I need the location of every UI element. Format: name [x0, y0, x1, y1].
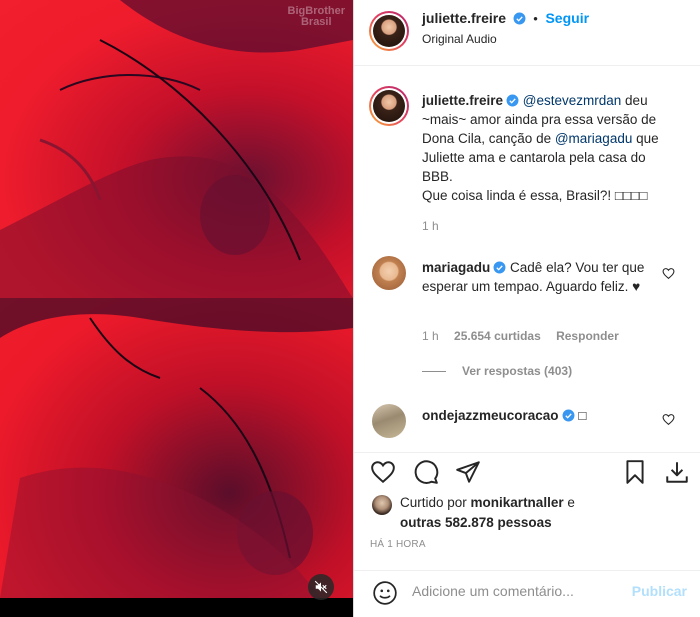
- mute-button[interactable]: [308, 574, 334, 600]
- speaker-muted-icon: [314, 580, 328, 594]
- caption-username[interactable]: juliette.freire: [422, 93, 503, 108]
- mention-estevezmrdan[interactable]: @estevezmrdan: [523, 93, 622, 108]
- header-username-row: juliette.freire • Seguir: [422, 10, 589, 26]
- comment-body: □: [578, 408, 587, 423]
- publish-button[interactable]: Publicar: [632, 583, 687, 599]
- post-actions: Curtido por monikartnaller e outras 582.…: [354, 452, 700, 572]
- comment-bubble-icon[interactable]: [413, 459, 439, 485]
- comment-username[interactable]: ondejazzmeucoracao: [422, 408, 559, 423]
- likes-summary: Curtido por monikartnaller e outras 582.…: [400, 493, 575, 533]
- comment-time[interactable]: 1 h: [422, 329, 439, 343]
- comment-username[interactable]: mariagadu: [422, 260, 490, 275]
- post-header: juliette.freire • Seguir Original Audio: [354, 0, 700, 66]
- author-avatar[interactable]: [369, 11, 409, 51]
- face-illustration-bottom: [0, 298, 353, 598]
- audio-label[interactable]: Original Audio: [422, 32, 497, 46]
- comment-input[interactable]: Adicione um comentário...: [412, 583, 574, 599]
- download-icon[interactable]: [664, 459, 690, 485]
- video-frame-top: BigBrother Brasil: [0, 0, 353, 298]
- like-heart-icon[interactable]: [370, 459, 396, 485]
- post-timestamp[interactable]: HÁ 1 HORA: [370, 539, 426, 550]
- like-comment-heart-icon[interactable]: [662, 267, 675, 280]
- comment-text-mariagadu: mariagadu Cadê ela? Vou ter que esperar …: [422, 258, 647, 296]
- add-comment-bar: Adicione um comentário... Publicar: [354, 570, 700, 617]
- liked-by-user[interactable]: monikartnaller: [471, 495, 564, 510]
- mention-mariagadu[interactable]: @mariagadu: [555, 131, 633, 146]
- comment-meta: 1 h 25.654 curtidas Responder: [422, 329, 619, 343]
- comment-text-ondejazzmeucoracao: ondejazzmeucoracao □: [422, 406, 647, 425]
- caption-avatar[interactable]: [369, 86, 409, 126]
- comment-avatar-mariagadu[interactable]: [372, 256, 406, 290]
- liked-by-mid: e: [563, 495, 575, 510]
- verified-badge-icon: [513, 12, 526, 25]
- reply-button[interactable]: Responder: [556, 329, 619, 343]
- header-separator: •: [533, 11, 538, 26]
- post-media[interactable]: BigBrother Brasil: [0, 0, 353, 617]
- verified-badge-icon: [506, 94, 519, 107]
- verified-badge-icon: [562, 409, 575, 422]
- liked-by-others[interactable]: outras 582.878 pessoas: [400, 515, 552, 530]
- like-comment-heart-icon[interactable]: [662, 413, 675, 426]
- comments-section: juliette.freire @estevezmrdan deu ~mais~…: [354, 66, 700, 452]
- caption-emoji: □□□□: [614, 188, 648, 203]
- emoji-smiley-icon[interactable]: [372, 580, 398, 606]
- share-paper-plane-icon[interactable]: [455, 459, 481, 485]
- video-frame-bottom: [0, 298, 353, 598]
- media-bottom-bar: [0, 598, 353, 617]
- comment-likes[interactable]: 25.654 curtidas: [454, 329, 541, 343]
- caption-time[interactable]: 1 h: [422, 219, 439, 233]
- verified-badge-icon: [493, 261, 506, 274]
- view-replies-label: Ver respostas (403): [462, 364, 573, 378]
- liked-by-prefix: Curtido por: [400, 495, 471, 510]
- post-panel: juliette.freire • Seguir Original Audio …: [353, 0, 700, 617]
- bookmark-icon[interactable]: [622, 459, 648, 485]
- comment-avatar-ondejazzmeucoracao[interactable]: [372, 404, 406, 438]
- watermark: BigBrother Brasil: [287, 5, 345, 28]
- replies-divider: [422, 371, 446, 373]
- liker-avatar[interactable]: [372, 495, 392, 515]
- face-illustration-top: [0, 0, 353, 298]
- caption-body-3: Que coisa linda é essa, Brasil?!: [422, 188, 615, 203]
- caption-text: juliette.freire @estevezmrdan deu ~mais~…: [422, 91, 662, 205]
- view-replies-button[interactable]: Ver respostas (403): [422, 364, 572, 378]
- follow-button[interactable]: Seguir: [545, 10, 589, 26]
- author-username[interactable]: juliette.freire: [422, 10, 506, 26]
